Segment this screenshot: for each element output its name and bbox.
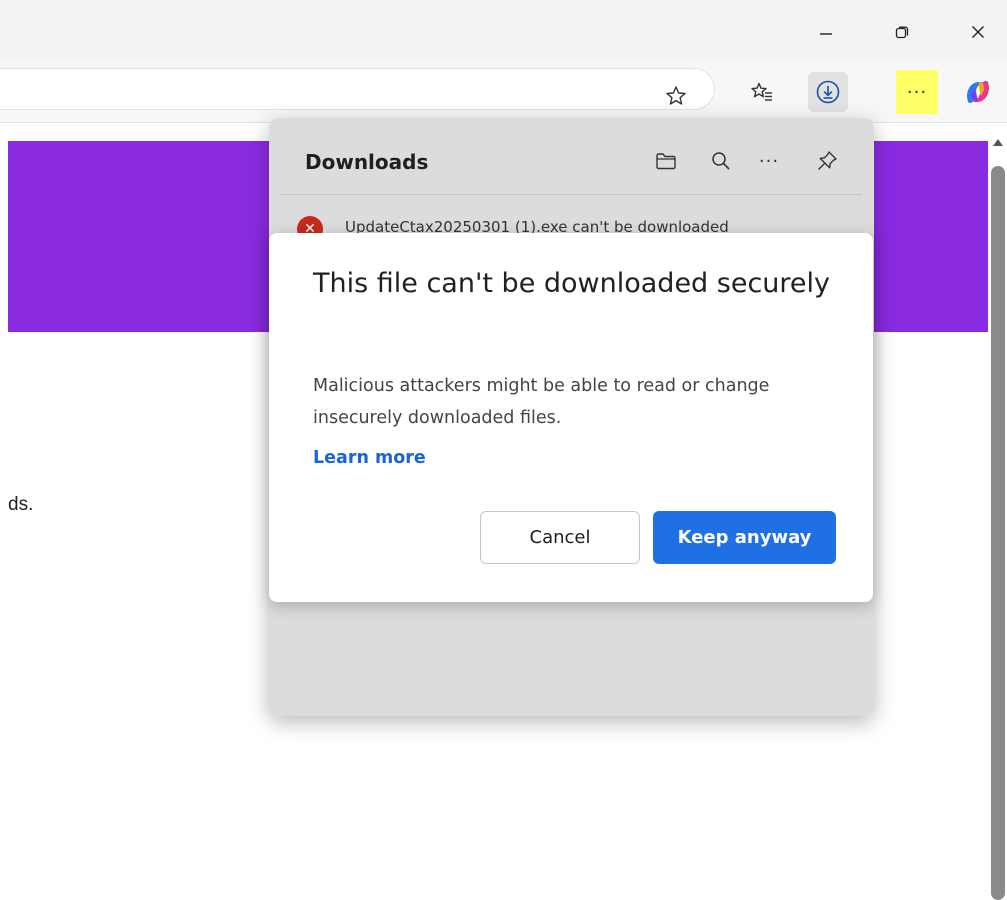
downloads-divider <box>281 194 862 195</box>
scroll-up-arrow-icon[interactable] <box>993 139 1003 146</box>
settings-more-button[interactable]: ··· <box>896 70 938 114</box>
copilot-button[interactable] <box>958 72 998 112</box>
close-window-button[interactable] <box>958 14 998 50</box>
favorites-list-icon <box>751 82 772 101</box>
page-scrollbar-thumb[interactable] <box>991 166 1005 900</box>
restore-icon <box>895 26 909 39</box>
address-bar[interactable] <box>0 68 715 110</box>
downloads-button[interactable] <box>808 72 848 112</box>
close-icon <box>972 26 984 38</box>
search-downloads-button[interactable] <box>704 144 738 178</box>
downloads-title: Downloads <box>305 150 429 174</box>
cancel-button[interactable]: Cancel <box>480 511 640 564</box>
copilot-icon <box>967 81 989 103</box>
search-icon <box>712 152 730 170</box>
pin-icon <box>818 151 837 170</box>
download-circle-icon <box>816 80 840 104</box>
dialog-title: This file can't be downloaded securely <box>313 268 831 299</box>
open-downloads-folder-button[interactable] <box>649 144 683 178</box>
folder-icon <box>656 153 676 170</box>
star-outline-icon <box>666 86 686 105</box>
add-favorite-button[interactable] <box>660 80 692 112</box>
browser-toolbar: ··· <box>0 60 1007 122</box>
minimize-button[interactable] <box>806 14 846 50</box>
keep-anyway-button[interactable]: Keep anyway <box>653 511 836 564</box>
page-text-fragment: ds. <box>8 494 34 515</box>
pin-downloads-button[interactable] <box>810 144 844 178</box>
restore-button[interactable] <box>882 14 922 50</box>
downloads-more-options-button[interactable]: ··· <box>752 144 786 178</box>
title-bar <box>0 0 1007 60</box>
favorites-button[interactable] <box>742 72 782 112</box>
minimize-icon <box>820 33 832 35</box>
learn-more-link[interactable]: Learn more <box>313 448 426 468</box>
dialog-message: Malicious attackers might be able to rea… <box>313 376 770 428</box>
insecure-download-dialog: This file can't be downloaded securely M… <box>269 233 873 602</box>
